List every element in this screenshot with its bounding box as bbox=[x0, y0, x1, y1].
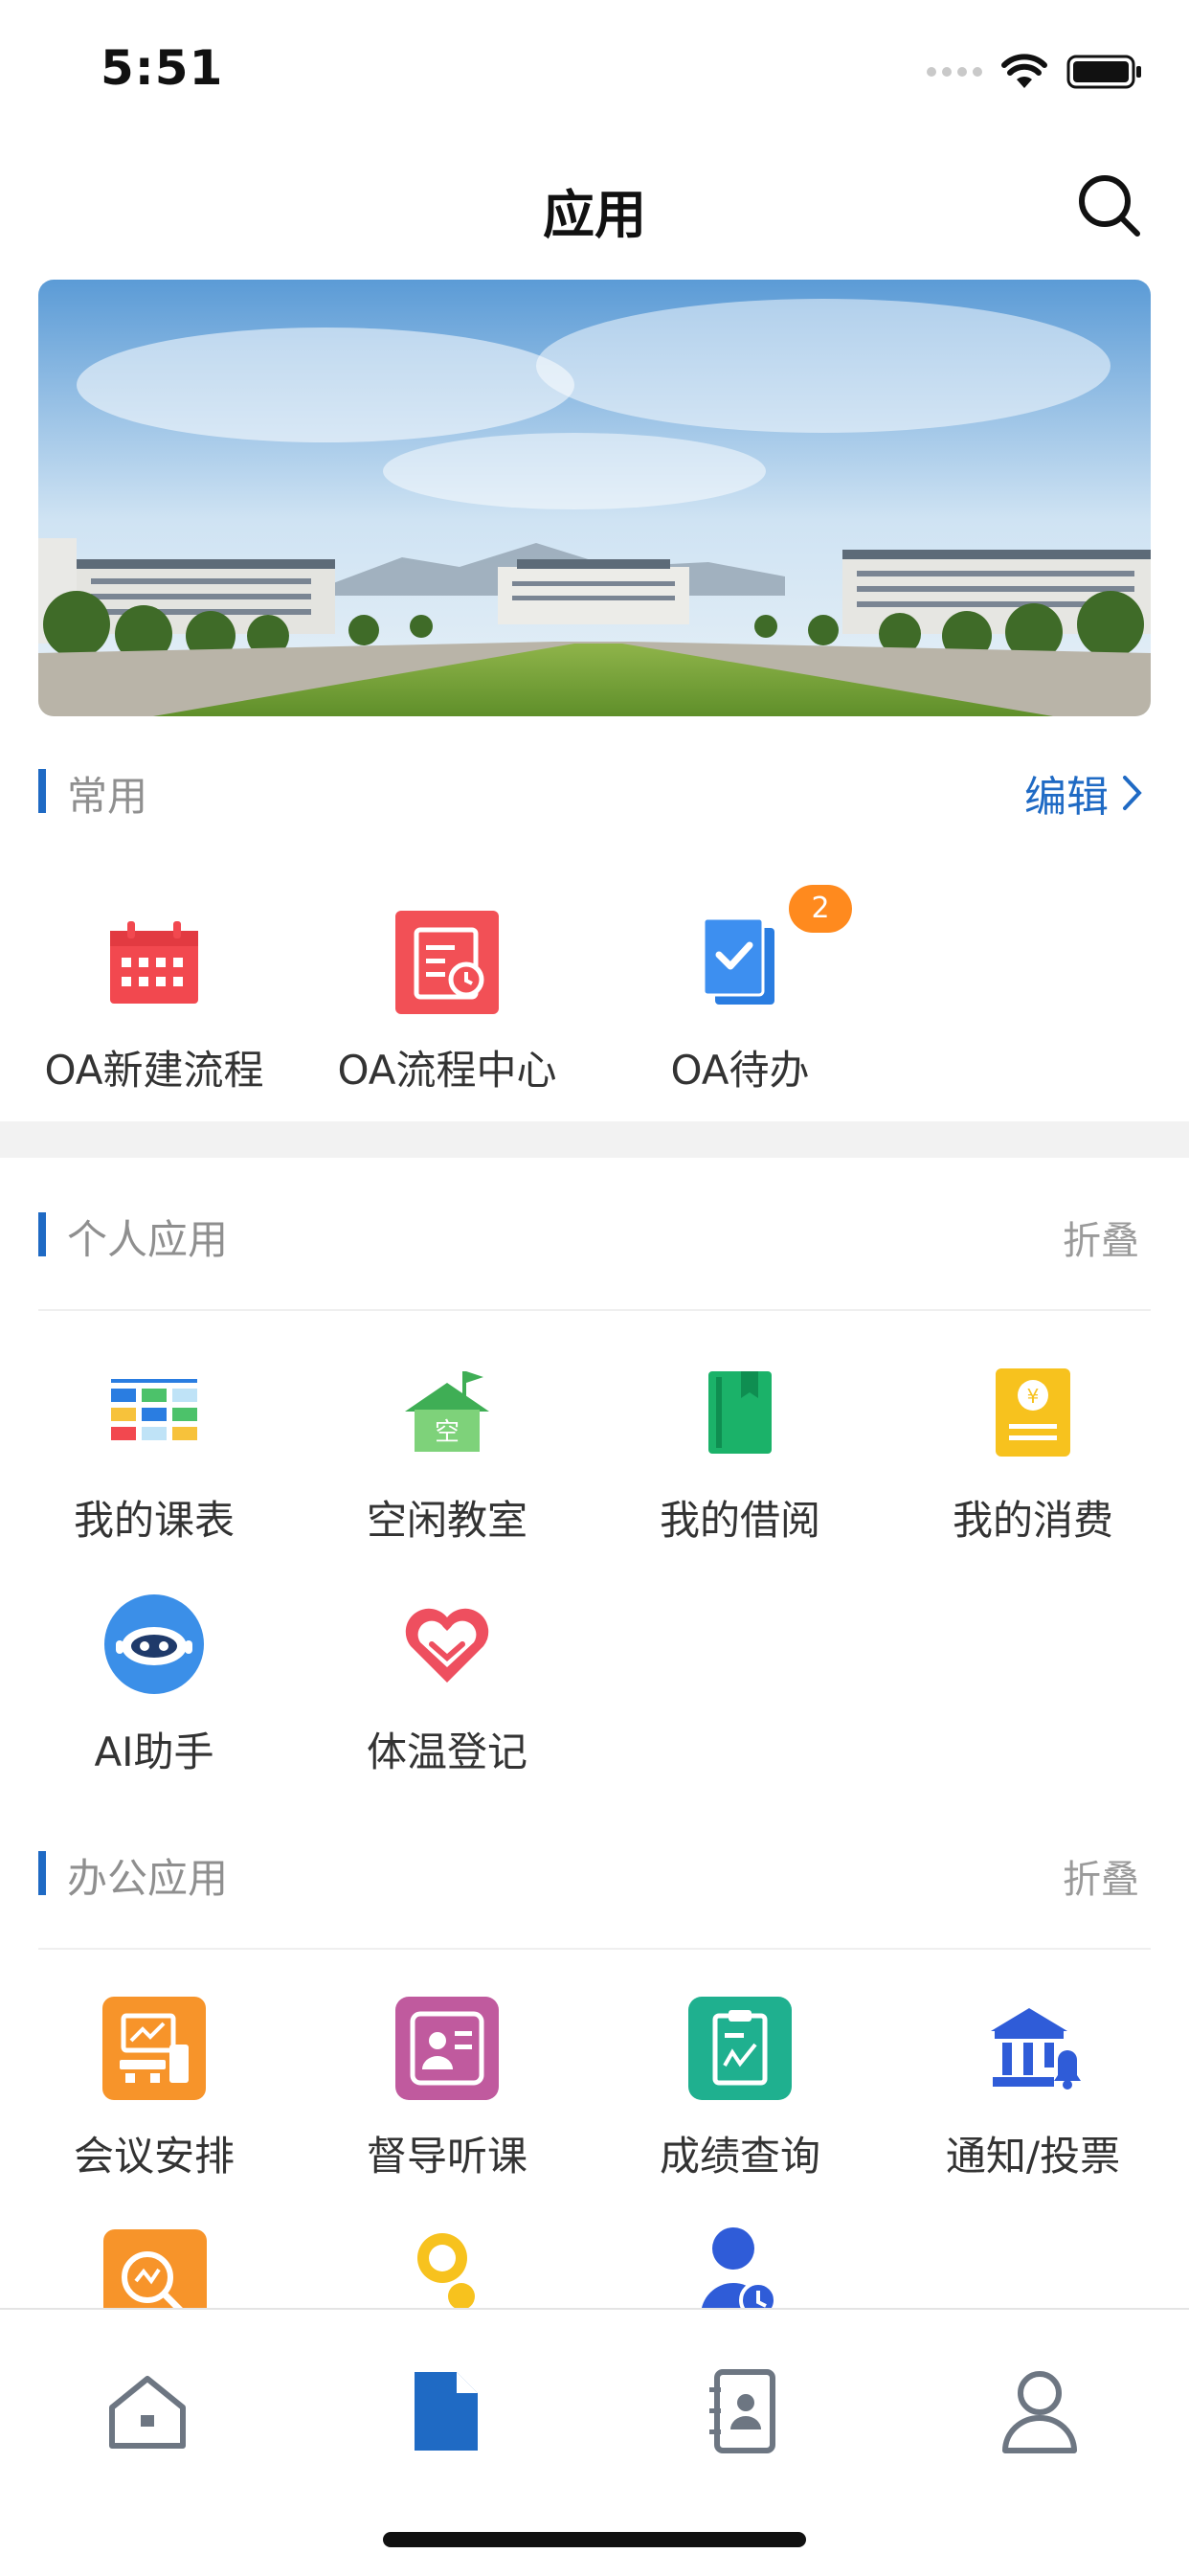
app-label: OA待办 bbox=[670, 1047, 810, 1094]
home-indicator bbox=[383, 2532, 806, 2547]
tab-home[interactable] bbox=[100, 2363, 195, 2459]
app-oa-todo[interactable]: 2 OA待办 bbox=[594, 885, 886, 1096]
svg-text:空: 空 bbox=[435, 1418, 460, 1447]
app-partial-search[interactable] bbox=[103, 2229, 207, 2308]
analysis-search-icon bbox=[103, 2229, 207, 2308]
favorites-section-title: 常用 bbox=[67, 773, 148, 820]
tab-profile[interactable] bbox=[992, 2363, 1088, 2459]
status-time: 5:51 bbox=[101, 40, 224, 96]
app-notice-vote[interactable]: 通知/投票 bbox=[886, 1996, 1179, 2182]
app-my-borrowing[interactable]: 我的借阅 bbox=[594, 1360, 886, 1547]
app-partial-person-time[interactable] bbox=[695, 2224, 781, 2308]
temperature-heart-icon bbox=[394, 1592, 500, 1697]
office-section-title: 办公应用 bbox=[67, 1855, 229, 1902]
favorites-section-marker bbox=[38, 769, 46, 813]
home-icon bbox=[109, 2376, 186, 2449]
classroom-icon: 空 bbox=[394, 1360, 500, 1465]
tab-contacts[interactable] bbox=[695, 2363, 791, 2459]
app-label: 我的借阅 bbox=[659, 1497, 820, 1544]
campus-banner[interactable] bbox=[38, 280, 1151, 716]
divider bbox=[38, 1309, 1151, 1311]
app-temperature-registration[interactable]: 体温登记 bbox=[301, 1592, 594, 1778]
campus-banner-image bbox=[38, 280, 1151, 716]
app-label: 空闲教室 bbox=[366, 1497, 527, 1544]
office-collapse-button[interactable]: 折叠 bbox=[1063, 1848, 1139, 1904]
ai-assistant-icon bbox=[101, 1592, 207, 1697]
chevron-right-icon bbox=[1123, 776, 1142, 810]
app-label: OA新建流程 bbox=[44, 1047, 264, 1094]
app-oa-process-center[interactable]: OA流程中心 bbox=[301, 910, 594, 1096]
app-label: 我的课表 bbox=[73, 1497, 235, 1544]
document-icon bbox=[415, 2372, 478, 2451]
tab-apps[interactable] bbox=[398, 2363, 494, 2459]
app-label: 会议安排 bbox=[73, 2133, 235, 2180]
person-key-icon bbox=[417, 2233, 475, 2308]
edit-label: 编辑 bbox=[1024, 773, 1109, 822]
search-icon bbox=[1079, 175, 1140, 237]
personal-section-title: 个人应用 bbox=[67, 1216, 229, 1263]
personal-section-marker bbox=[38, 1212, 46, 1256]
app-oa-new-process[interactable]: OA新建流程 bbox=[8, 910, 301, 1096]
app-label: AI助手 bbox=[94, 1729, 214, 1775]
status-icons bbox=[927, 54, 1143, 90]
calendar-icon bbox=[101, 910, 207, 1015]
app-supervision-lecture[interactable]: 督导听课 bbox=[301, 1996, 594, 2182]
notice-vote-icon bbox=[980, 1996, 1086, 2101]
battery-icon bbox=[1066, 55, 1141, 89]
user-icon bbox=[1002, 2371, 1077, 2453]
app-label: 通知/投票 bbox=[945, 2133, 1121, 2180]
search-button[interactable] bbox=[1076, 172, 1143, 239]
signal-icon bbox=[927, 67, 982, 77]
meeting-icon bbox=[101, 1996, 207, 2101]
app-label: 成绩查询 bbox=[659, 2133, 820, 2180]
section-separator bbox=[0, 1121, 1189, 1158]
wifi-icon bbox=[1001, 54, 1047, 88]
svg-text:¥: ¥ bbox=[1027, 1385, 1040, 1408]
edit-button[interactable]: 编辑 bbox=[1024, 762, 1143, 824]
contacts-icon bbox=[709, 2369, 775, 2453]
page-title: 应用 bbox=[543, 185, 646, 245]
consumption-icon: ¥ bbox=[980, 1360, 1086, 1465]
app-my-timetable[interactable]: 我的课表 bbox=[8, 1360, 301, 1547]
app-label: 督导听课 bbox=[366, 2133, 527, 2180]
todo-badge: 2 bbox=[789, 885, 852, 933]
app-partial-person-key[interactable] bbox=[406, 2229, 492, 2308]
app-free-classroom[interactable]: 空 空闲教室 bbox=[301, 1360, 594, 1547]
app-ai-assistant[interactable]: AI助手 bbox=[8, 1592, 301, 1778]
app-meeting-arrangement[interactable]: 会议安排 bbox=[8, 1996, 301, 2182]
person-clock-icon bbox=[702, 2227, 777, 2308]
office-section-marker bbox=[38, 1851, 46, 1895]
app-label: 我的消费 bbox=[952, 1497, 1113, 1544]
app-label: OA流程中心 bbox=[337, 1047, 557, 1094]
app-grade-query[interactable]: 成绩查询 bbox=[594, 1996, 886, 2182]
grades-icon bbox=[687, 1996, 793, 2101]
personal-collapse-button[interactable]: 折叠 bbox=[1063, 1209, 1139, 1265]
app-my-consumption[interactable]: ¥ 我的消费 bbox=[886, 1360, 1179, 1547]
timetable-icon bbox=[101, 1360, 207, 1465]
book-icon bbox=[687, 1360, 793, 1465]
process-center-icon bbox=[394, 910, 500, 1015]
divider bbox=[38, 1948, 1151, 1950]
todo-icon: 2 bbox=[687, 885, 852, 1015]
app-label: 体温登记 bbox=[366, 1729, 527, 1775]
supervision-icon bbox=[394, 1996, 500, 2101]
